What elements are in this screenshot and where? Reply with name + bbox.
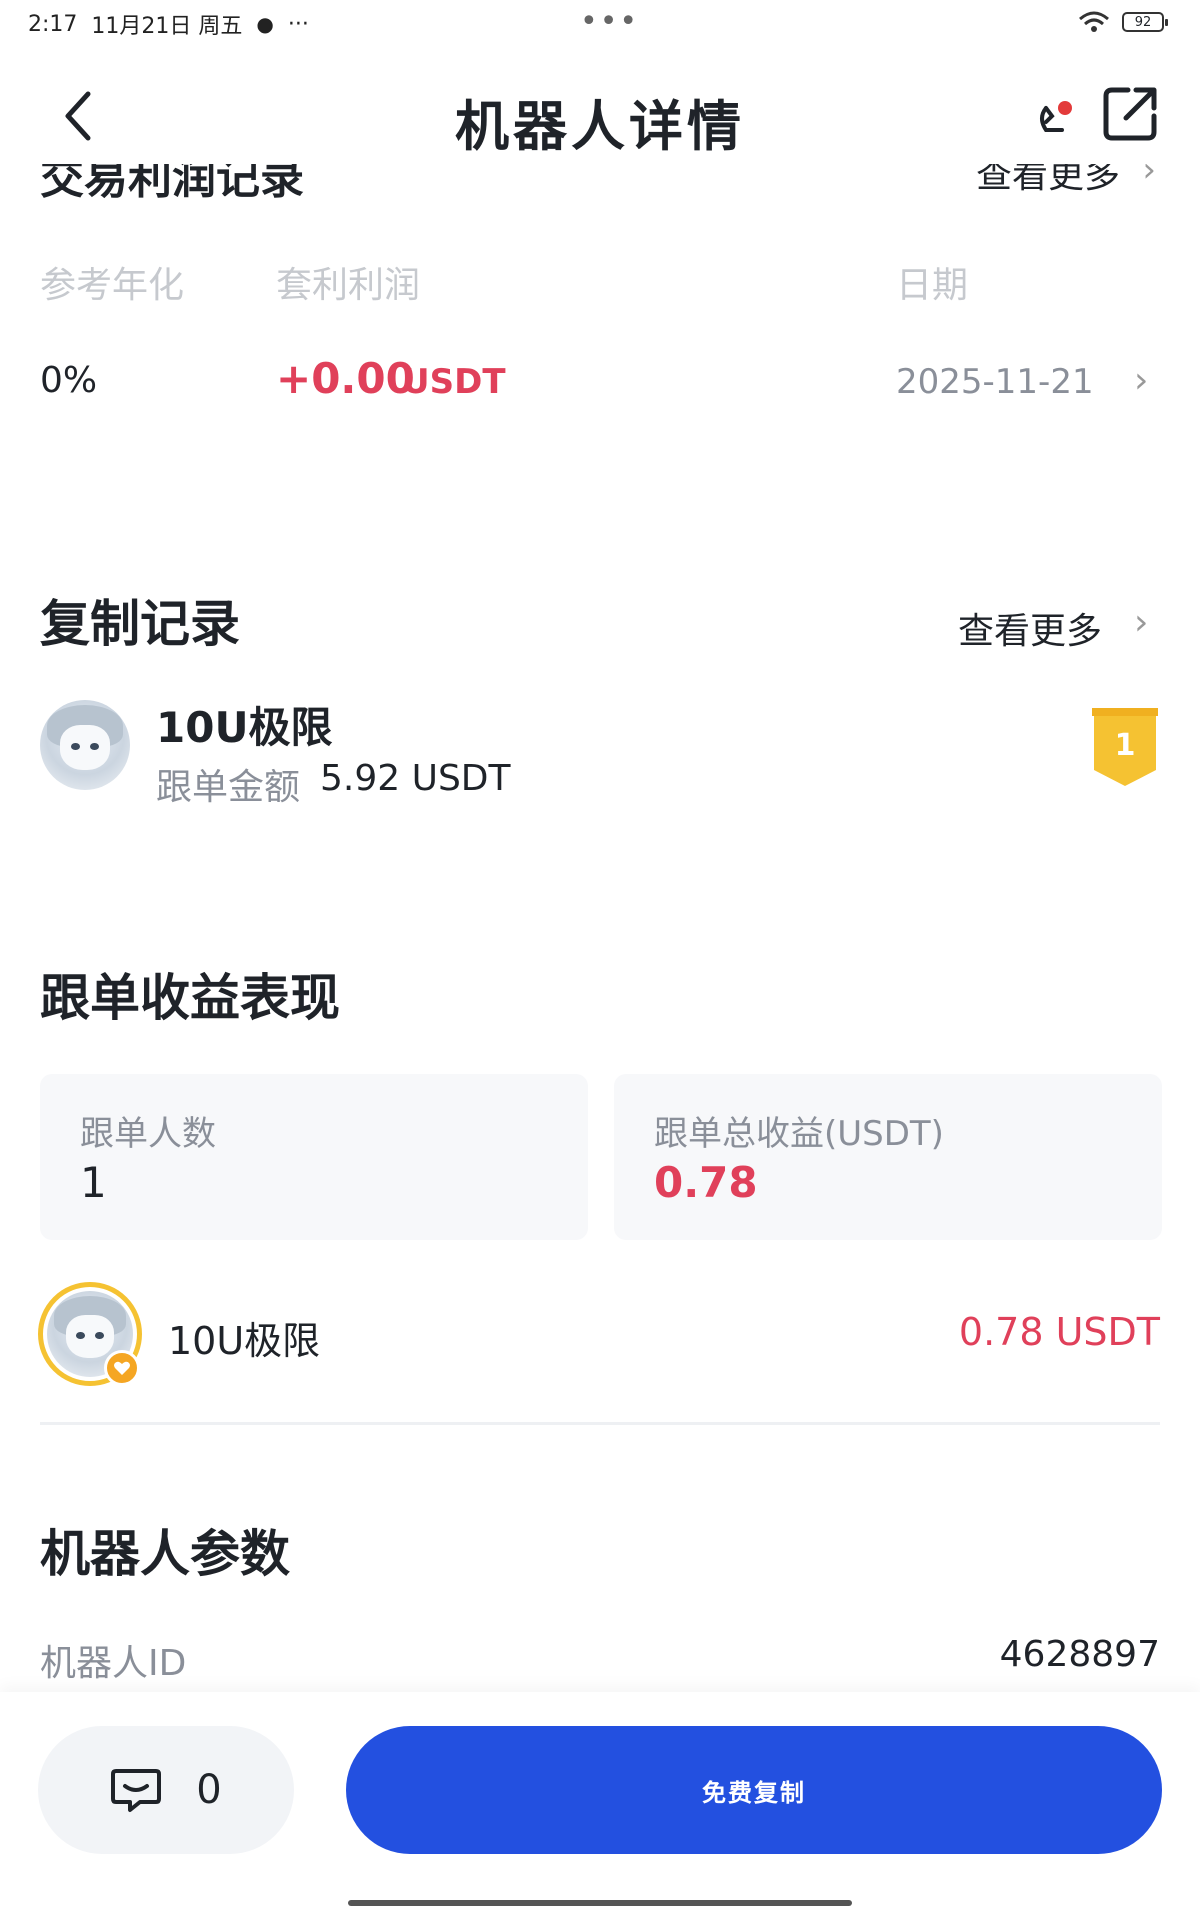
share-button[interactable] <box>1100 82 1162 144</box>
wifi-icon <box>1079 11 1109 32</box>
row-profit-unit: USDT <box>402 362 506 402</box>
heart-badge-icon <box>104 1350 140 1386</box>
status-time: 2:17 <box>28 11 78 37</box>
status-bar: 2:17 11月21日 周五 ● ··· ••• 92 <box>0 0 1200 46</box>
col-header-date: 日期 <box>896 265 969 306</box>
row-annualized: 0% <box>40 360 98 401</box>
chevron-right-icon: › <box>1134 602 1149 643</box>
chevron-right-icon: › <box>1134 360 1149 401</box>
chevron-right-icon: › <box>1142 164 1156 190</box>
alert-bell-button[interactable] <box>1032 96 1076 140</box>
alert-bell-icon <box>1040 101 1072 132</box>
copy-record-name: 10U极限 <box>156 703 333 752</box>
page-title: 机器人详情 <box>455 95 745 158</box>
comment-icon <box>111 1769 162 1812</box>
total-profit-value: 0.78 <box>654 1158 758 1207</box>
trade-records-header: 交易利润记录 查看更多 › <box>0 164 1200 200</box>
robot-params-title: 机器人参数 <box>40 1525 290 1583</box>
total-profit-card: 跟单总收益(USDT) 0.78 <box>614 1074 1162 1240</box>
qq-icon: ● <box>256 12 274 36</box>
rank-number: 1 <box>1114 728 1136 763</box>
share-icon <box>1103 87 1157 141</box>
followers-label: 跟单人数 <box>80 1114 216 1154</box>
bottom-action-bar: 0 免费复制 <box>0 1692 1200 1920</box>
col-header-profit: 套利利润 <box>276 265 421 306</box>
copy-records-title: 复制记录 <box>40 595 240 653</box>
avatar <box>40 700 130 790</box>
robot-id-value: 4628897 <box>999 1634 1160 1675</box>
followers-value: 1 <box>80 1158 107 1207</box>
divider <box>40 1422 1160 1425</box>
copy-records-more-link[interactable]: 查看更多 <box>958 602 1102 654</box>
total-profit-label: 跟单总收益(USDT) <box>654 1114 944 1154</box>
rank-badge: 1 <box>1088 708 1162 788</box>
status-extra: ··· <box>287 11 309 37</box>
followers-card: 跟单人数 1 <box>40 1074 588 1240</box>
home-indicator[interactable] <box>348 1900 852 1906</box>
col-header-annualized: 参考年化 <box>40 265 185 306</box>
follower-profit: 0.78 USDT <box>958 1310 1160 1354</box>
status-date: 11月21日 周五 <box>91 14 243 39</box>
row-profit: +0.00 <box>276 354 415 403</box>
trade-records-more-link[interactable]: 查看更多 <box>976 164 1120 198</box>
row-date: 2025-11-21 <box>896 362 1094 402</box>
follow-performance-title: 跟单收益表现 <box>40 969 340 1027</box>
trade-records-title: 交易利润记录 <box>40 164 304 200</box>
nav-bar: 机器人详情 <box>0 60 1200 170</box>
robot-id-label: 机器人ID <box>40 1643 187 1684</box>
multitask-dots[interactable]: ••• <box>580 4 639 39</box>
free-copy-button[interactable]: 免费复制 <box>346 1726 1162 1854</box>
follower-name: 10U极限 <box>168 1319 321 1363</box>
copy-amount-value: 5.92 USDT <box>320 758 511 799</box>
status-right: 92 <box>1078 10 1168 34</box>
battery-icon: 92 <box>1122 12 1168 32</box>
comment-button[interactable]: 0 <box>38 1726 294 1854</box>
comment-count: 0 <box>196 1767 222 1813</box>
copy-amount-label: 跟单金额 <box>156 767 301 808</box>
status-left: 2:17 11月21日 周五 ● ··· <box>28 8 309 40</box>
